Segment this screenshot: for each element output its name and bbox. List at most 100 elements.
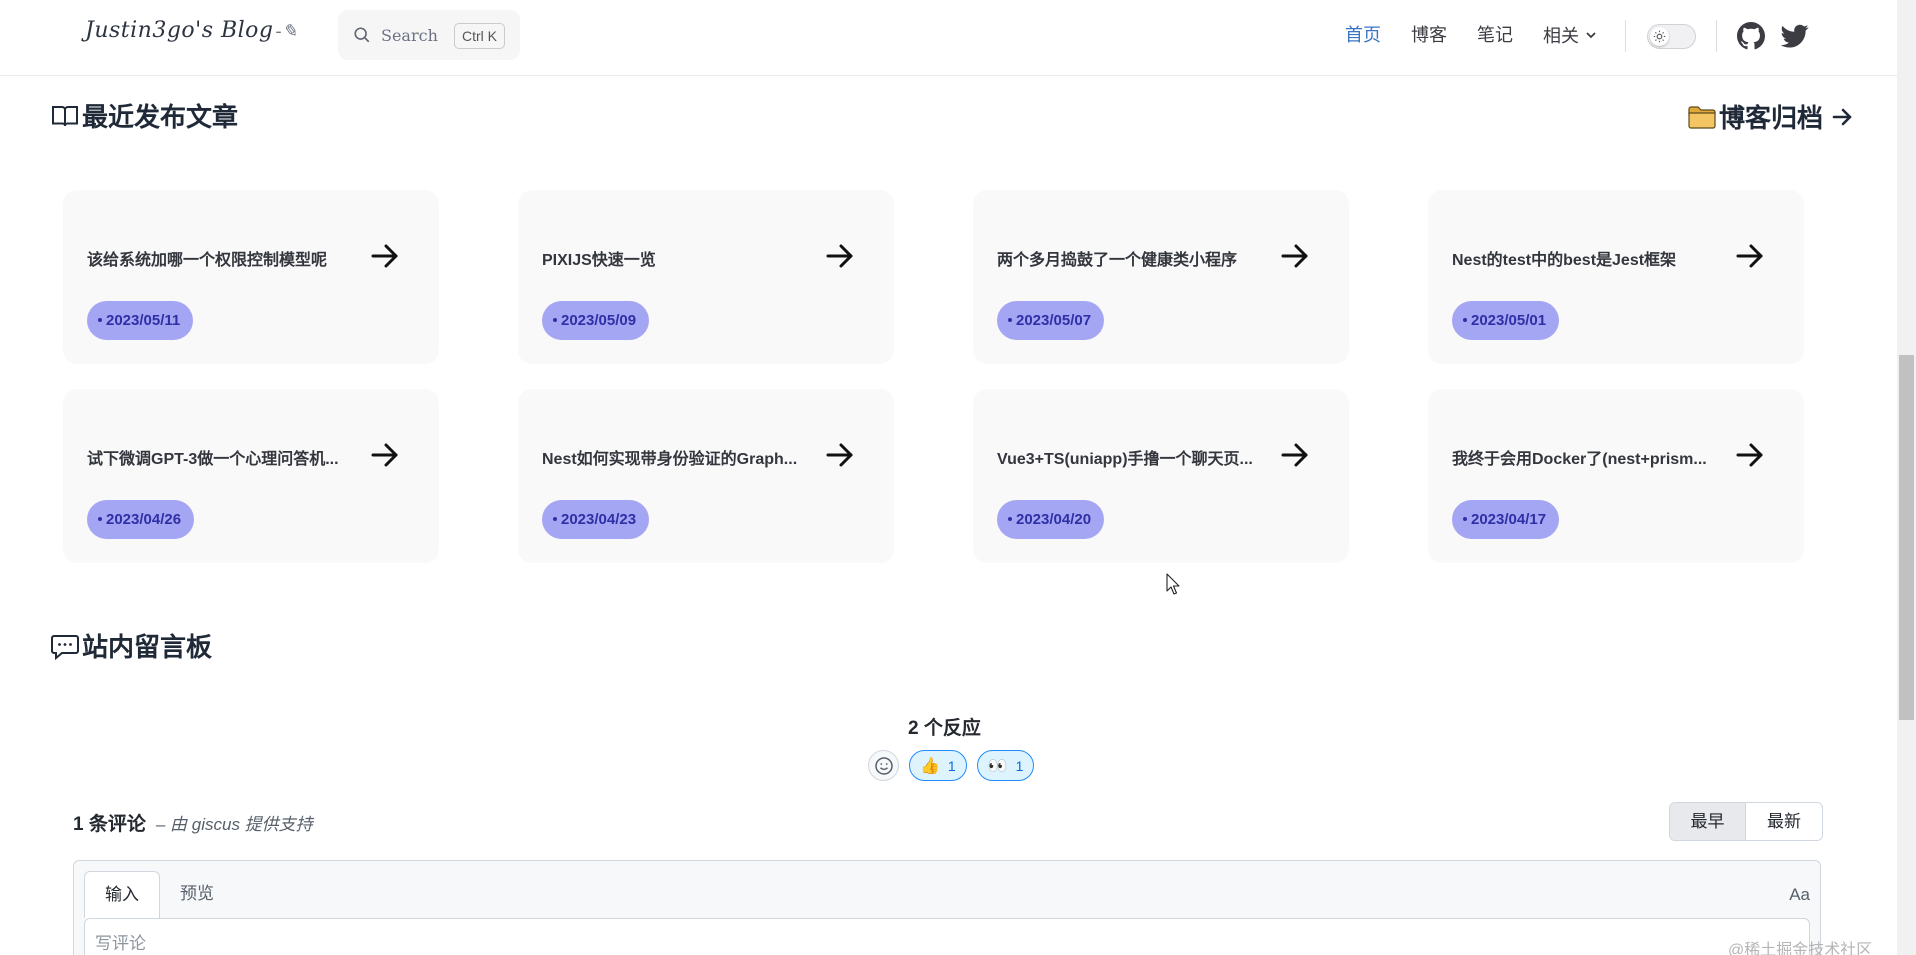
watermark: @稀土掘金技术社区: [1728, 942, 1873, 955]
sort-oldest-button[interactable]: 最早: [1670, 803, 1746, 840]
guestbook-heading: 站内留言板: [50, 627, 212, 664]
recent-posts-heading: 最近发布文章: [50, 97, 238, 134]
nav-related-dropdown[interactable]: 相关: [1543, 22, 1598, 48]
scrollbar-thumb[interactable]: [1899, 355, 1914, 720]
arrow-right-icon[interactable]: [369, 240, 401, 272]
search-button[interactable]: Search Ctrl K: [338, 10, 520, 60]
nav-notes[interactable]: 笔记: [1477, 22, 1513, 48]
arrow-right-icon[interactable]: [369, 439, 401, 471]
nav-home[interactable]: 首页: [1345, 22, 1381, 48]
arrow-right-icon[interactable]: [1279, 439, 1311, 471]
reactions-count: 2 个反应: [908, 718, 981, 739]
post-card[interactable]: PIXIJS快速一览 2023/05/09: [518, 190, 894, 364]
post-date: 2023/05/07: [1016, 312, 1092, 329]
toggle-knob: [1650, 27, 1669, 46]
dot-icon: [98, 516, 102, 521]
pencil-icon: -✎: [275, 21, 298, 42]
post-date: 2023/04/26: [106, 511, 182, 528]
post-date-badge: 2023/05/09: [542, 301, 650, 340]
arrow-right-icon[interactable]: [1734, 439, 1766, 471]
reactions-bar: 👍 1 👀 1: [868, 750, 1044, 781]
reaction-eyes[interactable]: 👀 1: [976, 750, 1035, 781]
post-date: 2023/04/23: [561, 511, 637, 528]
nav-divider: [1625, 20, 1626, 52]
site-header: Justin3go's Blog -✎ Search Ctrl K 首页 博客 笔…: [0, 0, 1897, 76]
eyes-icon: 👀: [987, 757, 1008, 775]
arrow-right-icon[interactable]: [824, 439, 856, 471]
post-title[interactable]: Vue3+TS(uniapp)手撸一个聊天页...: [997, 445, 1267, 469]
post-title[interactable]: 试下微调GPT-3做一个心理问答机...: [87, 445, 357, 469]
site-logo[interactable]: Justin3go's Blog -✎: [85, 18, 298, 43]
dot-icon: [98, 317, 102, 322]
arrow-right-icon[interactable]: [1279, 240, 1311, 272]
post-date-badge: 2023/05/01: [1452, 301, 1560, 340]
post-date-badge: 2023/04/20: [997, 500, 1105, 539]
blog-archive-link[interactable]: 博客归档: [1687, 98, 1853, 135]
theme-toggle[interactable]: [1647, 24, 1696, 49]
comment-editor: 输入 预览 Aa 写评论: [73, 860, 1821, 955]
search-shortcut: Ctrl K: [454, 23, 505, 49]
post-title[interactable]: Nest的test中的best是Jest框架: [1452, 246, 1722, 270]
blog-archive-label: 博客归档: [1719, 103, 1824, 133]
arrow-right-icon: [1832, 108, 1852, 125]
reaction-thumbs-up[interactable]: 👍 1: [909, 750, 967, 781]
post-title[interactable]: 两个多月捣鼓了一个健康类小程序: [997, 246, 1267, 270]
format-toggle-button[interactable]: Aa: [1789, 885, 1810, 905]
nav-blog[interactable]: 博客: [1411, 22, 1447, 48]
post-date: 2023/05/11: [106, 312, 181, 329]
post-card[interactable]: 该给系统加哪一个权限控制模型呢 2023/05/11: [63, 190, 439, 364]
post-date-badge: 2023/05/11: [87, 301, 194, 340]
arrow-right-icon[interactable]: [1734, 240, 1766, 272]
post-title[interactable]: 该给系统加哪一个权限控制模型呢: [87, 246, 357, 270]
github-icon[interactable]: [1737, 22, 1765, 50]
comment-input[interactable]: 写评论: [84, 918, 1810, 955]
comment-count-label: 1 条评论: [73, 814, 146, 835]
post-card[interactable]: 我终于会用Docker了(nest+prism... 2023/04/17: [1428, 389, 1804, 563]
post-date-badge: 2023/04/23: [542, 500, 650, 539]
page-scrollbar[interactable]: [1897, 0, 1916, 955]
reaction-count: 1: [1015, 757, 1024, 774]
smiley-icon: [874, 756, 893, 775]
arrow-right-icon[interactable]: [824, 240, 856, 272]
post-title[interactable]: PIXIJS快速一览: [542, 246, 812, 270]
search-placeholder: Search: [381, 25, 438, 45]
post-date-badge: 2023/04/17: [1452, 500, 1560, 539]
post-title[interactable]: 我终于会用Docker了(nest+prism...: [1452, 445, 1722, 469]
editor-tabs: 输入 预览: [84, 871, 234, 918]
twitter-icon[interactable]: [1781, 22, 1809, 50]
chat-bubble-icon: [51, 634, 79, 660]
post-card[interactable]: 两个多月捣鼓了一个健康类小程序 2023/05/07: [973, 190, 1349, 364]
post-card[interactable]: Nest如何实现带身份验证的Graph... 2023/04/23: [518, 389, 894, 563]
chevron-down-icon: [1586, 32, 1596, 39]
folder-icon: [1688, 105, 1716, 129]
tab-write[interactable]: 输入: [84, 871, 160, 918]
post-title[interactable]: Nest如何实现带身份验证的Graph...: [542, 445, 812, 469]
post-card[interactable]: Nest的test中的best是Jest框架 2023/05/01: [1428, 190, 1804, 364]
sort-toggle: 最早 最新: [1669, 802, 1823, 841]
post-card[interactable]: Vue3+TS(uniapp)手撸一个聊天页... 2023/04/20: [973, 389, 1349, 563]
reaction-count: 1: [947, 757, 956, 774]
post-card[interactable]: 试下微调GPT-3做一个心理问答机... 2023/04/26: [63, 389, 439, 563]
post-date-badge: 2023/04/26: [87, 500, 195, 539]
thumbs-up-icon: 👍: [920, 757, 940, 775]
comment-count: 1 条评论 – 由 giscus 提供支持: [73, 809, 313, 836]
main-nav: 首页 博客 笔记 相关: [1345, 22, 1598, 48]
logo-text: Justin3go's Blog: [85, 18, 274, 43]
search-icon: [354, 27, 370, 43]
post-date: 2023/04/17: [1471, 511, 1547, 528]
mouse-cursor-icon: [1166, 573, 1180, 595]
post-date-badge: 2023/05/07: [997, 301, 1105, 340]
recent-posts-title: 最近发布文章: [82, 102, 239, 132]
sun-icon: [1653, 30, 1666, 43]
post-date: 2023/05/09: [561, 312, 637, 329]
guestbook-title: 站内留言板: [82, 632, 213, 662]
tab-preview[interactable]: 预览: [160, 871, 234, 918]
dot-icon: [553, 317, 557, 322]
dot-icon: [553, 516, 557, 521]
dot-icon: [1463, 516, 1467, 521]
social-divider: [1716, 20, 1717, 52]
post-date: 2023/04/20: [1016, 511, 1092, 528]
add-reaction-button[interactable]: [868, 750, 899, 781]
sort-newest-button[interactable]: 最新: [1746, 803, 1822, 840]
powered-by-giscus: – 由 giscus 提供支持: [155, 815, 313, 834]
